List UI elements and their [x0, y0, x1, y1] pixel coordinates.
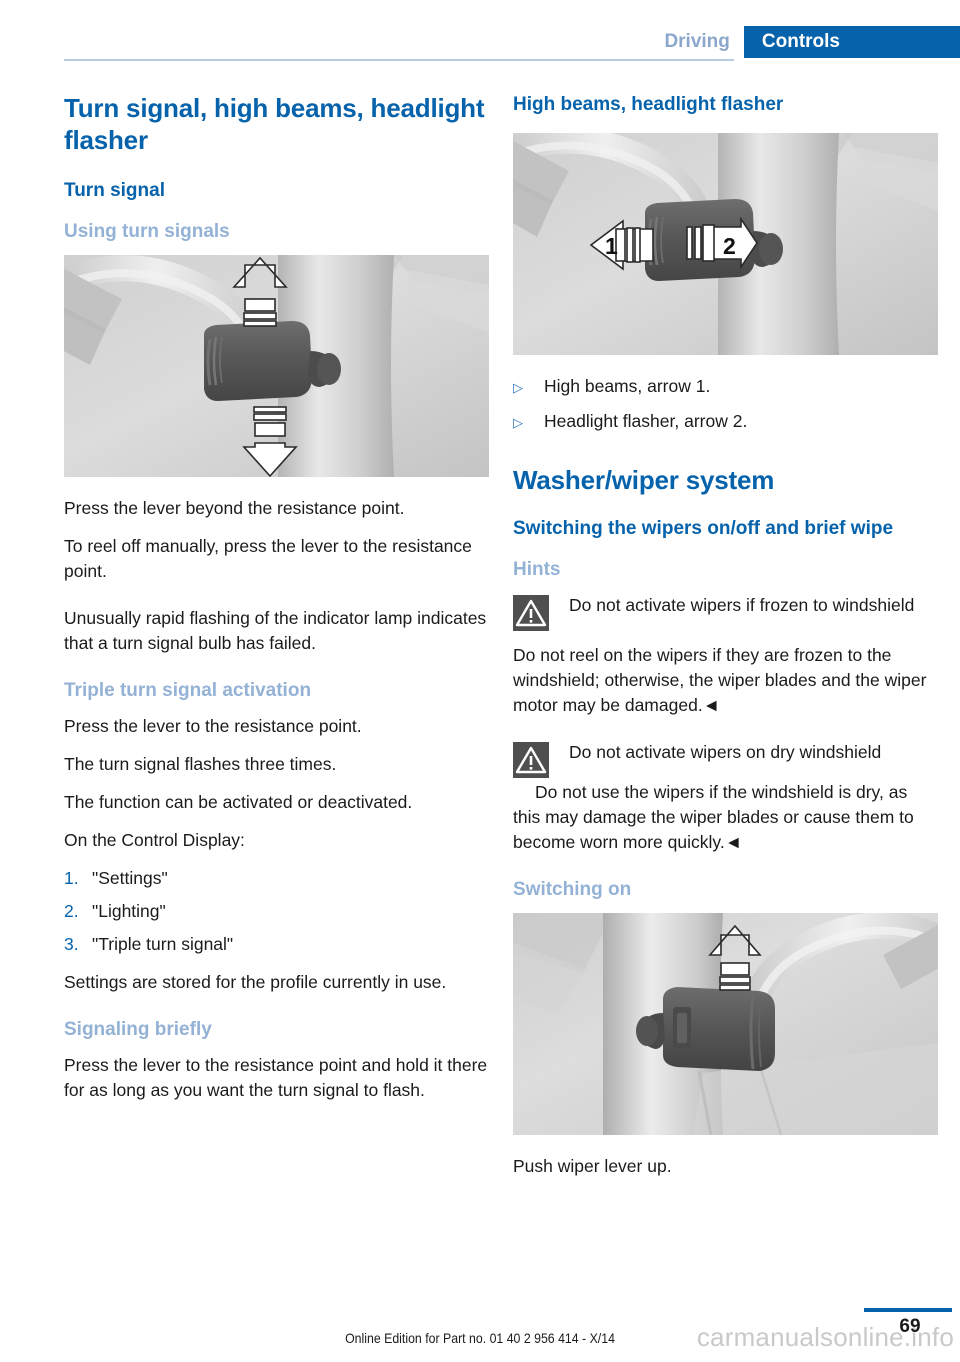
paragraph: To reel off manually, press the lever to… — [64, 536, 472, 581]
header-tabs: Driving Controls — [654, 26, 960, 58]
list-item: 3. "Triple turn signal" — [64, 932, 489, 957]
section-heading-turn-signal: Turn signal — [64, 180, 165, 201]
paragraph: On the Control Display: — [64, 830, 245, 850]
subsection-heading-switching-on: Switching on — [513, 879, 632, 900]
list-item: 2. "Lighting" — [64, 899, 489, 924]
warning-heading: Do not activate wipers on dry windshield — [569, 742, 882, 762]
list-number: 3. — [64, 934, 79, 954]
header-divider — [64, 59, 734, 61]
triangle-bullet-icon: ▷ — [513, 380, 523, 395]
subsection-heading-hints: Hints — [513, 559, 561, 580]
paragraph: Press the lever to the resistance point … — [64, 1055, 488, 1100]
list-item: 1. "Settings" — [64, 866, 489, 891]
triangle-bullet-icon: ▷ — [513, 415, 523, 430]
right-column: High beams, headlight flasher 1 2 ▷ High… — [513, 92, 938, 1192]
control-display-steps: 1. "Settings" 2. "Lighting" 3. "Triple t… — [64, 866, 489, 957]
warning-body: Do not use the wipers if the windshield … — [513, 782, 914, 852]
figure-caption: Push wiper lever up. — [513, 1156, 672, 1176]
paragraph: The turn signal flashes three times. — [64, 754, 337, 774]
paragraph: Settings are stored for the profile curr… — [64, 972, 447, 992]
warning-triangle-icon — [513, 595, 549, 631]
warning-block-frozen: Do not activate wipers if frozen to wind… — [513, 593, 938, 631]
section-heading-switching-wipers: Switching the wipers on/off and brief wi… — [513, 518, 894, 539]
section-title-washer-wiper: Washer/wiper system — [513, 465, 775, 495]
list-item: ▷ High beams, arrow 1. — [513, 374, 938, 401]
footer-accent-bar — [864, 1308, 952, 1312]
svg-text:1: 1 — [605, 233, 618, 259]
list-label: Headlight flasher, arrow 2. — [544, 411, 748, 431]
svg-text:2: 2 — [723, 233, 736, 259]
figure-turn-signal-lever — [64, 255, 489, 477]
subsection-heading-using-turn-signals: Using turn signals — [64, 221, 230, 242]
paragraph: Unusually rapid flashing of the indicato… — [64, 608, 487, 653]
list-label: "Lighting" — [92, 901, 166, 921]
high-beam-bullets: ▷ High beams, arrow 1. ▷ Headlight flash… — [513, 374, 938, 436]
warning-triangle-icon — [513, 742, 549, 778]
section-heading-high-beams: High beams, headlight flasher — [513, 94, 784, 115]
paragraph: Press the lever to the resistance point. — [64, 716, 362, 736]
list-number: 2. — [64, 901, 79, 921]
list-item: ▷ Headlight flasher, arrow 2. — [513, 409, 938, 436]
list-number: 1. — [64, 868, 79, 888]
subsection-heading-triple-turn-signal: Triple turn signal activation — [64, 680, 312, 701]
paragraph: The function can be activated or deactiv… — [64, 792, 413, 812]
page-title: Turn signal, high beams, headlight flash… — [64, 93, 485, 155]
paragraph: Press the lever beyond the resistance po… — [64, 498, 405, 518]
watermark: carmanualsonline.info — [696, 1322, 954, 1352]
warning-block-dry: Do not activate wipers on dry windshield — [513, 740, 938, 778]
tab-driving[interactable]: Driving — [654, 26, 744, 58]
tab-controls[interactable]: Controls — [743, 26, 960, 58]
subsection-heading-signaling-briefly: Signaling briefly — [64, 1019, 212, 1040]
left-column: Turn signal, high beams, headlight flash… — [64, 92, 489, 1116]
page-header: Driving Controls — [0, 0, 960, 62]
list-label: High beams, arrow 1. — [544, 376, 711, 396]
list-label: "Triple turn signal" — [92, 934, 234, 954]
list-label: "Settings" — [92, 868, 168, 888]
figure-wiper-lever — [513, 913, 938, 1135]
warning-body: Do not reel on the wipers if they are fr… — [513, 645, 927, 715]
figure-high-beam-lever: 1 2 — [513, 133, 938, 355]
warning-heading: Do not activate wipers if frozen to wind… — [569, 595, 915, 615]
